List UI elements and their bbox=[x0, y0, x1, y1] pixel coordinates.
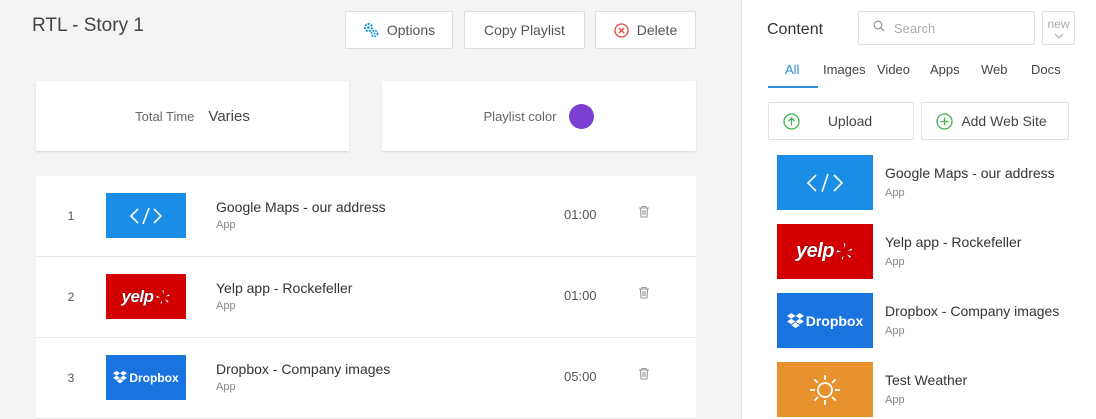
weather-thumbnail bbox=[777, 362, 873, 417]
delete-circle-icon bbox=[614, 22, 629, 38]
yelp-logo: yelp bbox=[796, 240, 854, 263]
content-item-type: App bbox=[885, 325, 905, 337]
active-tab-indicator bbox=[768, 86, 818, 88]
code-thumbnail bbox=[106, 193, 186, 238]
content-pane: Content new All Images Video Apps Web Do… bbox=[741, 0, 1096, 419]
copy-playlist-button[interactable]: Copy Playlist bbox=[464, 11, 585, 49]
row-duration[interactable]: 01:00 bbox=[564, 288, 597, 303]
tab-docs[interactable]: Docs bbox=[1031, 62, 1061, 77]
row-name: Google Maps - our address bbox=[216, 199, 386, 215]
sort-label: new bbox=[1047, 17, 1070, 31]
yelp-thumbnail: yelp bbox=[777, 224, 873, 279]
tab-all[interactable]: All bbox=[785, 62, 799, 77]
code-icon bbox=[129, 207, 163, 224]
playlist-row[interactable]: 3 Dropbox Dropbox - Company images App 0… bbox=[36, 338, 696, 419]
content-item-type: App bbox=[885, 256, 905, 268]
add-web-site-button[interactable]: Add Web Site bbox=[921, 102, 1069, 140]
search-icon bbox=[873, 19, 885, 37]
content-item[interactable]: yelp Yelp app - Rockefeller App bbox=[742, 219, 1096, 288]
row-index: 3 bbox=[67, 371, 75, 385]
row-name: Yelp app - Rockefeller bbox=[216, 280, 353, 296]
content-title: Content bbox=[767, 21, 824, 38]
content-item-name: Test Weather bbox=[885, 372, 968, 388]
playlist-row[interactable]: 1 Google Maps - our address App 01:00 bbox=[36, 176, 696, 257]
trash-icon[interactable] bbox=[638, 286, 650, 304]
content-item[interactable]: Test Weather App bbox=[742, 357, 1096, 419]
gears-icon bbox=[363, 22, 379, 38]
playlist-pane: RTL - Story 1 Options Copy Playlist Dele… bbox=[0, 0, 741, 419]
options-label: Options bbox=[386, 22, 436, 38]
content-item-name: Google Maps - our address bbox=[885, 165, 1055, 181]
dropbox-thumbnail: Dropbox bbox=[106, 355, 186, 400]
delete-button[interactable]: Delete bbox=[595, 11, 696, 49]
code-icon bbox=[806, 173, 844, 192]
sort-select[interactable]: new bbox=[1042, 11, 1075, 45]
tab-apps[interactable]: Apps bbox=[930, 62, 960, 77]
yelp-logo: yelp bbox=[121, 287, 170, 307]
playlist-color-card: Playlist color bbox=[382, 81, 696, 151]
dropbox-thumbnail: Dropbox bbox=[777, 293, 873, 348]
row-name: Dropbox - Company images bbox=[216, 361, 391, 377]
content-item-type: App bbox=[885, 187, 905, 199]
tab-web[interactable]: Web bbox=[981, 62, 1008, 77]
total-time-label: Total Time bbox=[135, 108, 195, 124]
page-title: RTL - Story 1 bbox=[32, 15, 144, 36]
total-time-value: Varies bbox=[208, 107, 250, 125]
content-item[interactable]: Google Maps - our address App bbox=[742, 150, 1096, 219]
tab-video[interactable]: Video bbox=[877, 62, 910, 77]
upload-icon bbox=[783, 113, 800, 133]
dropbox-logo: Dropbox bbox=[786, 313, 863, 329]
yelp-thumbnail: yelp bbox=[106, 274, 186, 319]
content-item-name: Yelp app - Rockefeller bbox=[885, 234, 1022, 250]
total-time-card: Total Time Varies bbox=[36, 81, 349, 151]
row-duration[interactable]: 01:00 bbox=[564, 207, 597, 222]
row-type: App bbox=[216, 381, 236, 393]
trash-icon[interactable] bbox=[638, 205, 650, 223]
row-index: 2 bbox=[67, 290, 75, 304]
trash-icon[interactable] bbox=[638, 367, 650, 385]
delete-label: Delete bbox=[636, 22, 678, 38]
content-item-name: Dropbox - Company images bbox=[885, 303, 1060, 319]
row-type: App bbox=[216, 300, 236, 312]
row-duration[interactable]: 05:00 bbox=[564, 369, 597, 384]
copy-playlist-label: Copy Playlist bbox=[484, 22, 565, 38]
search-input[interactable] bbox=[894, 20, 1024, 36]
row-type: App bbox=[216, 219, 236, 231]
sun-icon bbox=[810, 374, 840, 405]
row-index: 1 bbox=[67, 209, 75, 223]
tab-images[interactable]: Images bbox=[823, 62, 866, 77]
chevron-down-icon bbox=[1043, 33, 1074, 41]
content-tabs: All Images Video Apps Web Docs bbox=[768, 58, 1088, 88]
content-item-type: App bbox=[885, 394, 905, 406]
dropbox-logo: Dropbox bbox=[113, 371, 179, 385]
search-box[interactable] bbox=[858, 11, 1035, 45]
playlist-color-label: Playlist color bbox=[483, 108, 557, 124]
playlist-items: 1 Google Maps - our address App 01:00 2 … bbox=[36, 176, 696, 419]
plus-circle-icon bbox=[936, 113, 953, 133]
playlist-row[interactable]: 2 yelp Yelp app - Rockefeller App 01:00 bbox=[36, 257, 696, 338]
upload-button[interactable]: Upload bbox=[768, 102, 914, 140]
content-item[interactable]: Dropbox Dropbox - Company images App bbox=[742, 288, 1096, 357]
options-button[interactable]: Options bbox=[345, 11, 453, 49]
code-thumbnail bbox=[777, 155, 873, 210]
playlist-color-swatch[interactable] bbox=[569, 103, 595, 129]
